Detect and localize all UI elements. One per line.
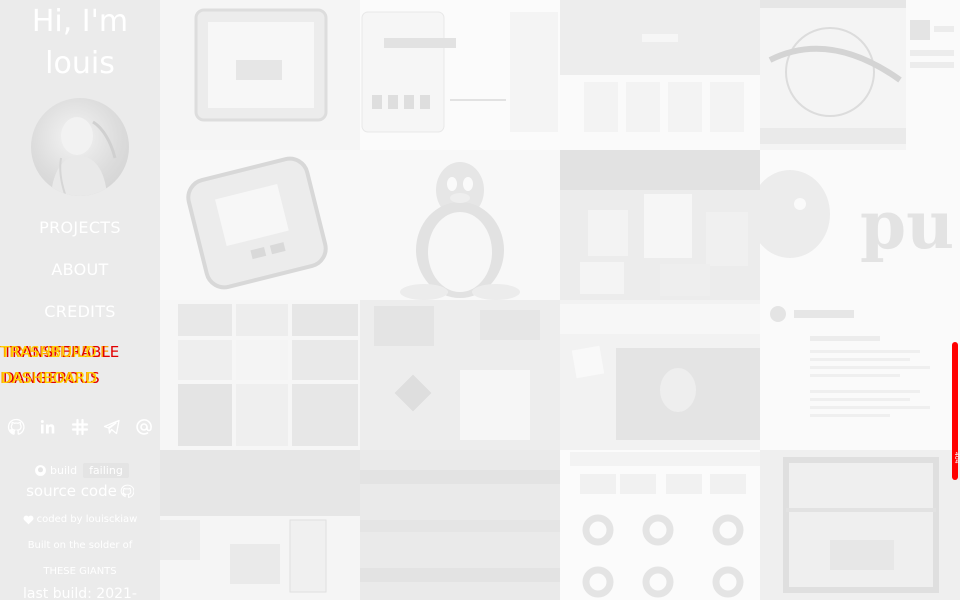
project-tile-pug-logo[interactable]: pu xyxy=(760,150,960,300)
heart-icon xyxy=(23,515,34,524)
coded-by-label: coded by louisckiaw xyxy=(36,514,138,525)
github-icon xyxy=(120,484,134,498)
glitch-text-2: DASHBOARD DANGEROUS DASHBOARD xyxy=(0,370,160,388)
coded-by-credit: coded by louisckiaw xyxy=(0,514,160,525)
project-tile-circuit-board[interactable] xyxy=(360,300,560,450)
last-build-date: last build: 2021- xyxy=(23,586,137,600)
project-tile-stack-manual[interactable] xyxy=(760,300,960,450)
project-tile-dashboard-map[interactable] xyxy=(760,0,960,150)
scrollbar-label: 404 xyxy=(953,452,960,464)
project-tile-laptop[interactable] xyxy=(160,450,360,600)
glitch-layer: DASHBOARD xyxy=(1,369,98,387)
project-tile-video-player[interactable] xyxy=(560,300,760,450)
source-code-link[interactable]: source code xyxy=(0,482,160,500)
project-tile-ui-mockup[interactable] xyxy=(360,0,560,150)
title-line-1: Hi, I'm xyxy=(31,4,129,39)
project-tile-3d-printer[interactable] xyxy=(760,450,960,600)
project-tile-analytics-dashboard[interactable] xyxy=(560,450,760,600)
github-icon[interactable] xyxy=(7,418,25,436)
nav-projects[interactable]: PROJECTS xyxy=(0,218,160,237)
project-tile-pcb-dark[interactable] xyxy=(360,450,560,600)
build-status: failing xyxy=(83,462,129,478)
social-links xyxy=(0,418,160,438)
page-title: Hi, I'm louis xyxy=(0,2,160,83)
project-tile-collage[interactable] xyxy=(160,300,360,450)
title-line-2: louis xyxy=(45,46,115,81)
github-icon xyxy=(35,464,46,476)
telegram-icon[interactable] xyxy=(103,418,121,436)
build-status-badge[interactable]: build failing xyxy=(34,462,129,478)
project-tile-landing-page[interactable] xyxy=(560,0,760,150)
build-badge-label: build xyxy=(34,464,83,477)
project-tile-traffic[interactable] xyxy=(560,150,760,300)
giants-link[interactable]: THESE GIANTS xyxy=(0,566,160,577)
avatar xyxy=(31,98,129,196)
project-grid: pu xyxy=(160,0,960,600)
slack-icon[interactable] xyxy=(71,418,89,436)
project-tile-touchscreen[interactable] xyxy=(160,0,360,150)
at-icon[interactable] xyxy=(135,418,153,436)
nav-about[interactable]: ABOUT xyxy=(0,260,160,279)
project-tile-m5stack[interactable] xyxy=(160,150,360,300)
glitch-layer: TRASHBUILD xyxy=(1,343,97,361)
svg-text:pu: pu xyxy=(860,186,954,264)
glitch-text-1: TRYHARDABLE TRANSFERABLE TRASHBUILD xyxy=(0,344,160,362)
project-tile-linux-tux[interactable] xyxy=(360,150,560,300)
nav-credits[interactable]: CREDITS xyxy=(0,302,160,321)
sidebar: Hi, I'm louis PROJECTS ABOUT CREDITS TRY… xyxy=(0,0,160,600)
built-on-text: Built on the solder of xyxy=(27,540,133,551)
source-code-label: source code xyxy=(26,482,117,500)
linkedin-icon[interactable] xyxy=(39,418,57,436)
build-label: build xyxy=(50,463,78,477)
